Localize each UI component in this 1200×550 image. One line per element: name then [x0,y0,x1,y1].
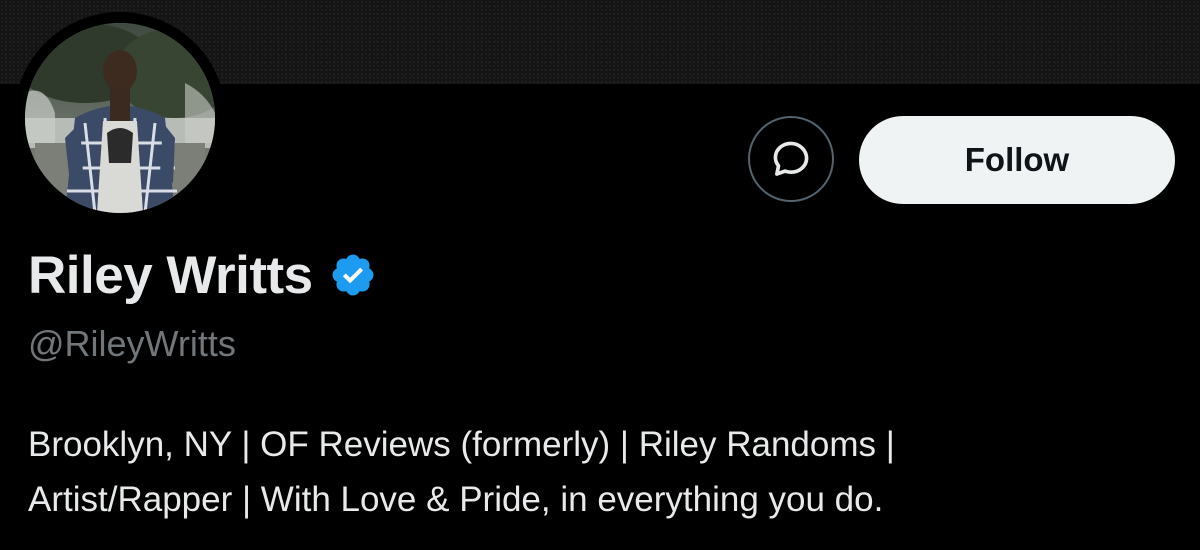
profile-handle: @RileyWritts [28,323,236,364]
profile-bio: Brooklyn, NY | OF Reviews (formerly) | R… [28,417,1188,527]
bio-line-1: Brooklyn, NY | OF Reviews (formerly) | R… [28,425,895,464]
name-row: Riley Writts [28,243,377,307]
avatar-photo [25,23,215,213]
verified-badge-icon[interactable] [329,251,377,299]
bio-line-2: Artist/Rapper | With Love & Pride, in ev… [28,480,884,519]
follow-button-label: Follow [964,141,1070,178]
display-name: Riley Writts [28,245,313,305]
follow-button[interactable]: Follow [859,116,1175,204]
avatar[interactable] [25,23,215,213]
message-bubble-icon [773,141,809,176]
message-button[interactable] [748,116,834,202]
